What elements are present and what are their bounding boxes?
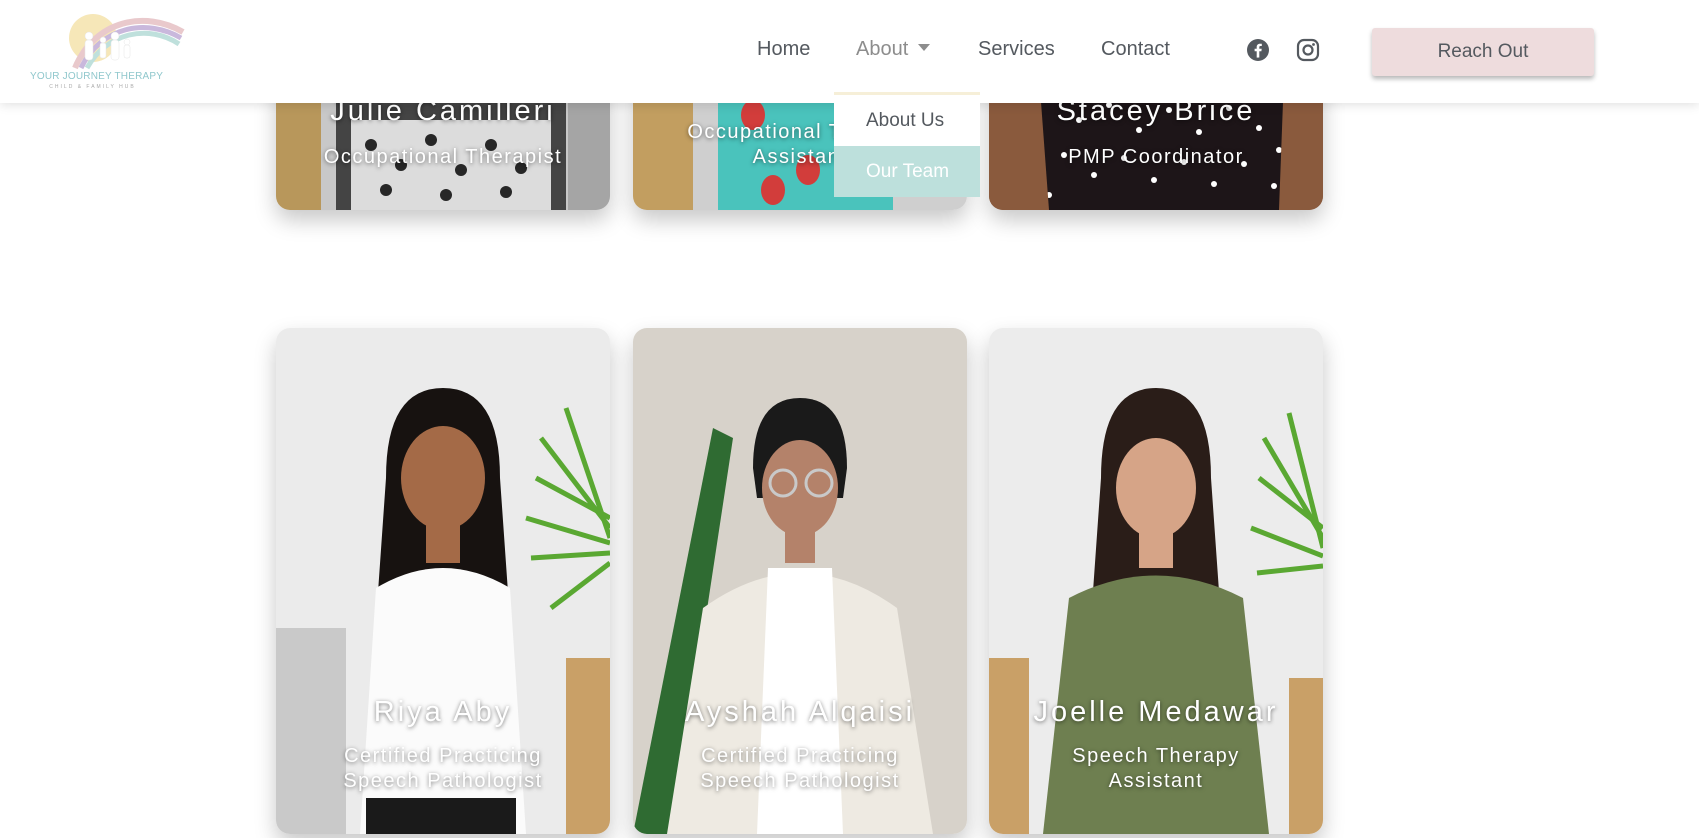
menu-item-our-team[interactable]: Our Team <box>834 146 980 197</box>
logo-subtext: CHILD & FAMILY HUB <box>49 84 136 90</box>
team-card-joelle[interactable]: Joelle Medawar Speech Therapy Assistant <box>989 328 1323 834</box>
nav-about-label: About <box>856 38 909 60</box>
nav-home[interactable]: Home <box>757 38 810 61</box>
facebook-icon[interactable] <box>1246 38 1270 62</box>
logo-mark-icon <box>69 14 185 70</box>
menu-item-about-us[interactable]: About Us <box>834 95 980 146</box>
team-role: PMP Coordinator <box>1068 146 1244 168</box>
site-header: YOUR JOURNEY THERAPY CHILD & FAMILY HUB … <box>0 0 1699 103</box>
team-role-line2: Speech Pathologist <box>700 770 900 792</box>
about-dropdown-menu: About Us Our Team <box>834 92 980 197</box>
team-name: Joelle Medawar <box>1033 696 1279 728</box>
team-role-line2: Assistant <box>1108 770 1204 792</box>
team-card-riya[interactable]: Riya Aby Certified Practicing Speech Pat… <box>276 328 610 834</box>
team-role: Occupational Therapist <box>323 146 563 168</box>
team-name: Ayshah Alqaisi <box>684 696 916 728</box>
team-role: Certified Practicing Speech Pathologist <box>276 744 610 794</box>
reach-out-button[interactable]: Reach Out <box>1372 28 1594 76</box>
nav-services[interactable]: Services <box>978 38 1055 61</box>
team-role-line1: Speech Therapy <box>1072 745 1240 767</box>
nav-about[interactable]: About <box>856 38 931 61</box>
team-card-ayshah[interactable]: Ayshah Alqaisi Certified Practicing Spee… <box>633 328 967 834</box>
nav-contact[interactable]: Contact <box>1101 38 1170 61</box>
instagram-icon[interactable] <box>1296 38 1320 62</box>
team-role: Speech Therapy Assistant <box>989 744 1323 794</box>
logo[interactable]: YOUR JOURNEY THERAPY CHILD & FAMILY HUB <box>30 10 190 92</box>
caret-down-icon <box>918 44 931 52</box>
team-role-line1: Certified Practicing <box>344 745 542 767</box>
logo-text: YOUR JOURNEY THERAPY <box>30 71 164 82</box>
team-role-line2: Speech Pathologist <box>343 770 543 792</box>
team-name: Riya Aby <box>373 696 513 728</box>
team-role: Certified Practicing Speech Pathologist <box>633 744 967 794</box>
team-role-line1: Certified Practicing <box>701 745 899 767</box>
